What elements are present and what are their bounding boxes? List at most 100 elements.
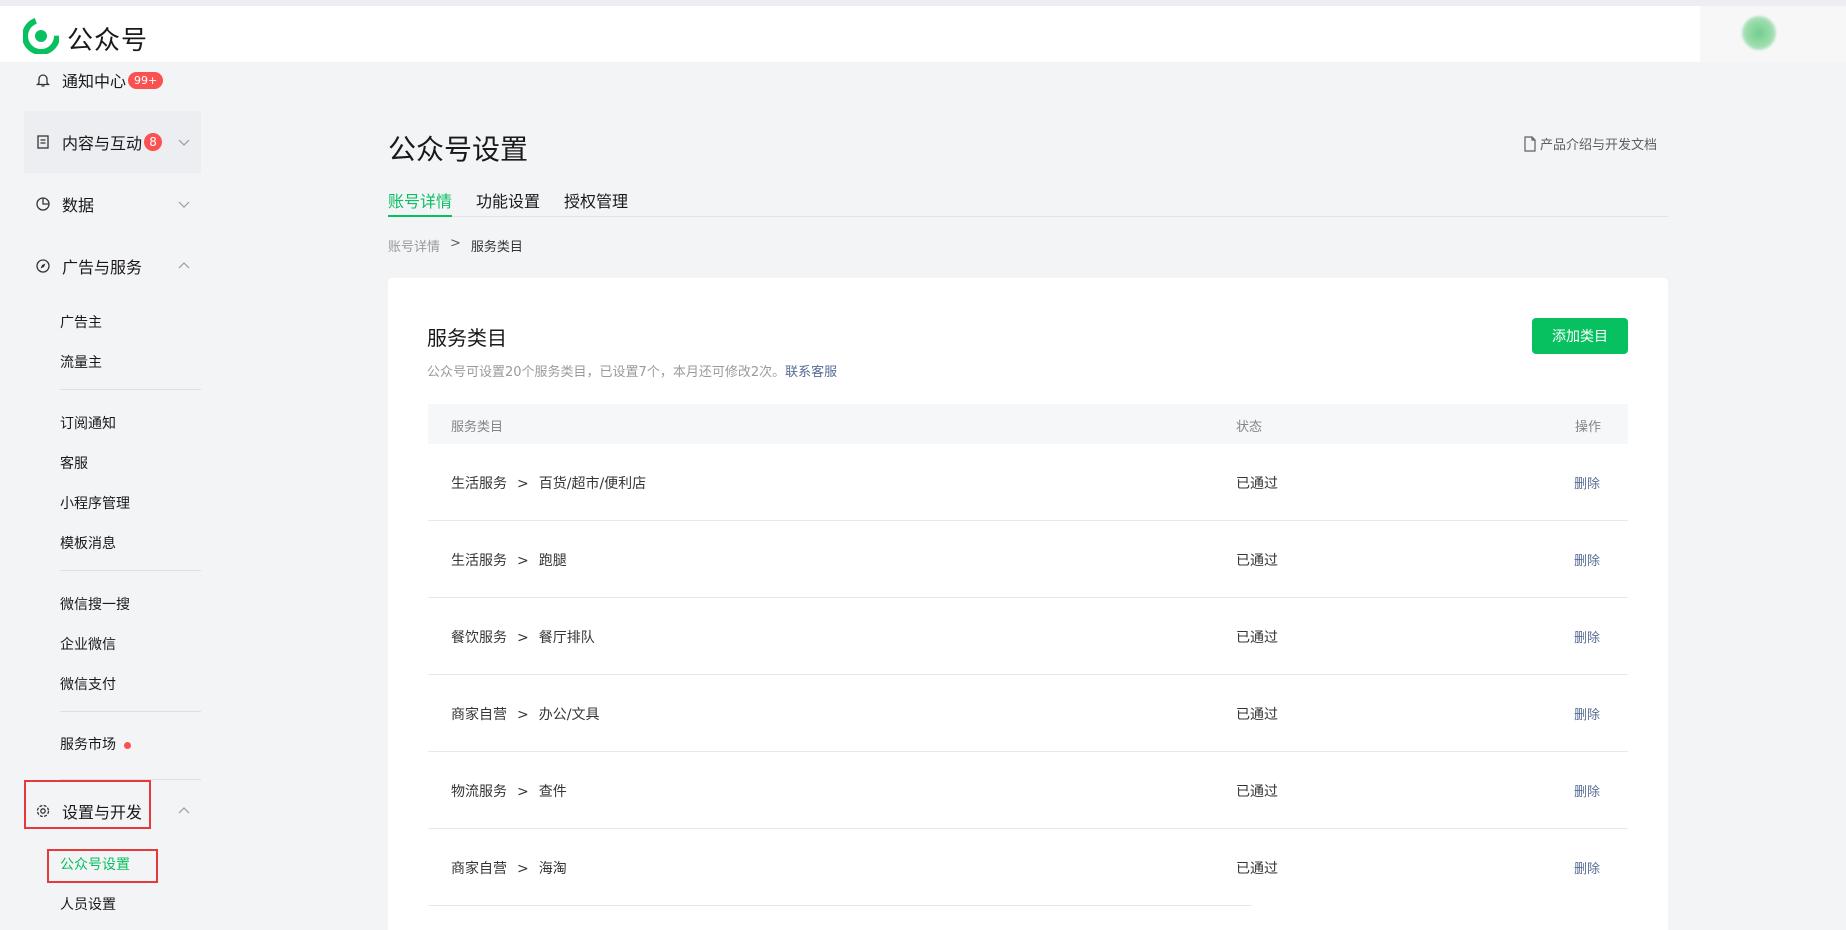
category-separator: >	[517, 707, 529, 723]
category-child: 餐厅排队	[538, 630, 595, 646]
chevron-up-icon	[178, 262, 190, 269]
bell-icon	[33, 70, 53, 90]
card-description: 公众号可设置20个服务类目，已设置7个，本月还可修改2次。联系客服	[427, 361, 837, 380]
table-row: 餐饮服务 > 餐厅排队 已通过 删除	[428, 598, 1628, 675]
category-cell: 餐饮服务 > 餐厅排队	[451, 627, 595, 647]
category-cell: 物流服务 > 查件	[451, 781, 567, 801]
category-cell: 生活服务 > 跑腿	[451, 550, 567, 570]
sidebar-sub-item[interactable]: 小程序管理	[60, 493, 130, 513]
card-description-text: 公众号可设置20个服务类目，已设置7个，本月还可修改2次。	[427, 365, 786, 380]
category-separator: >	[517, 476, 529, 492]
page-title: 公众号设置	[388, 133, 529, 166]
tab-authorization[interactable]: 授权管理	[564, 188, 628, 212]
category-cell: 商家自营 > 海淘	[451, 858, 567, 878]
category-child: 海淘	[538, 861, 567, 877]
add-category-button[interactable]: 添加类目	[1532, 318, 1628, 354]
avatar[interactable]	[1742, 16, 1776, 50]
sidebar-item-notify[interactable]: 通知中心 99+	[24, 49, 201, 111]
table-row: 生活服务 > 百货/超市/便利店 已通过 删除	[428, 444, 1628, 521]
sidebar-sub-item[interactable]: 企业微信	[60, 634, 116, 654]
sidebar-item-ads[interactable]: 广告与服务	[24, 235, 201, 297]
sidebar-divider	[60, 389, 201, 390]
status-cell: 已通过	[1236, 784, 1278, 800]
status-cell: 已通过	[1236, 861, 1278, 877]
category-parent: 生活服务	[451, 553, 507, 569]
category-parent: 物流服务	[451, 784, 507, 800]
category-separator: >	[517, 630, 529, 646]
sidebar-sub-item[interactable]: 流量主	[60, 352, 102, 372]
sidebar-divider	[60, 711, 201, 712]
column-header-category: 服务类目	[451, 420, 504, 435]
category-parent: 餐饮服务	[451, 630, 507, 646]
table-row: 商家自营 > 海淘 已通过 删除	[428, 829, 1628, 906]
sidebar-sub-item-label: 服务市场	[60, 737, 116, 753]
chevron-down-icon	[178, 139, 190, 146]
category-parent: 商家自营	[451, 861, 507, 877]
top-bar: 公众号	[0, 0, 1846, 62]
sidebar-sub-item[interactable]: 微信支付	[60, 674, 116, 694]
sidebar-sub-item-staff-settings[interactable]: 人员设置	[60, 894, 116, 914]
sidebar-item-content[interactable]: 内容与互动 8	[24, 111, 201, 173]
tab-account-details[interactable]: 账号详情	[388, 188, 452, 212]
product-docs-link[interactable]: 产品介绍与开发文档	[1523, 134, 1657, 153]
sidebar-item-data[interactable]: 数据	[24, 173, 201, 235]
category-parent: 生活服务	[451, 476, 507, 492]
status-cell: 已通过	[1236, 476, 1278, 492]
status-cell: 已通过	[1236, 707, 1278, 723]
chevron-down-icon	[178, 201, 190, 208]
highlight-box-settings	[24, 780, 151, 829]
category-child: 办公/文具	[538, 707, 600, 723]
status-cell: 已通过	[1236, 553, 1278, 569]
sidebar-item-label: 通知中心	[62, 72, 127, 91]
table-header: 服务类目 状态 操作	[428, 404, 1628, 444]
delete-link[interactable]: 删除	[1574, 704, 1600, 723]
sidebar-item-label: 内容与互动	[62, 134, 143, 153]
sidebar-item-label: 广告与服务	[62, 258, 143, 277]
sidebar-item-service-market[interactable]: 服务市场	[60, 734, 131, 754]
compass-icon	[33, 256, 53, 276]
table-row: 生活服务 > 跑腿 已通过 删除	[428, 521, 1628, 598]
chevron-up-icon	[178, 807, 190, 814]
sidebar-divider	[60, 570, 201, 571]
sidebar-sub-item[interactable]: 微信搜一搜	[60, 594, 130, 614]
delete-link[interactable]: 删除	[1574, 550, 1600, 569]
notify-count-badge: 99+	[128, 71, 164, 89]
status-cell: 已通过	[1236, 630, 1278, 646]
category-parent: 商家自营	[451, 707, 507, 723]
pie-chart-icon	[33, 194, 53, 214]
card-title: 服务类目	[427, 326, 507, 350]
category-cell: 商家自营 > 办公/文具	[451, 704, 599, 724]
category-cell: 生活服务 > 百货/超市/便利店	[451, 473, 646, 493]
column-header-action: 操作	[1575, 420, 1602, 435]
delete-link[interactable]: 删除	[1574, 473, 1600, 492]
contact-support-link[interactable]: 联系客服	[785, 365, 837, 380]
category-separator: >	[517, 553, 529, 569]
breadcrumb: 账号详情 > 服务类目	[388, 236, 523, 255]
sidebar-sub-item[interactable]: 订阅通知	[60, 413, 116, 433]
category-separator: >	[517, 861, 529, 877]
delete-link[interactable]: 删除	[1574, 858, 1600, 877]
breadcrumb-current: 服务类目	[470, 240, 523, 255]
tab-feature-settings[interactable]: 功能设置	[476, 188, 540, 212]
breadcrumb-separator: >	[450, 236, 461, 251]
category-separator: >	[517, 784, 529, 800]
category-child: 跑腿	[538, 553, 567, 569]
highlight-box-account-settings	[47, 849, 158, 883]
table-row: 物流服务 > 查件 已通过 删除	[428, 752, 1628, 829]
delete-link[interactable]: 删除	[1574, 781, 1600, 800]
category-child: 百货/超市/便利店	[538, 476, 647, 492]
sidebar-sub-item[interactable]: 客服	[60, 453, 88, 473]
delete-link[interactable]: 删除	[1574, 627, 1600, 646]
breadcrumb-link[interactable]: 账号详情	[388, 236, 440, 255]
column-header-status: 状态	[1236, 420, 1263, 435]
content-count-badge: 8	[144, 133, 163, 151]
file-icon	[1524, 135, 1536, 152]
table-row: 商家自营 > 办公/文具 已通过 删除	[428, 675, 1628, 752]
sidebar-item-label: 数据	[62, 196, 95, 215]
sidebar-sub-item[interactable]: 模板消息	[60, 533, 116, 553]
tab-bar: 账号详情 功能设置 授权管理	[388, 186, 1668, 217]
sidebar-sub-item[interactable]: 广告主	[60, 312, 102, 332]
category-child: 查件	[538, 784, 567, 800]
doc-link-label: 产品介绍与开发文档	[1540, 138, 1658, 153]
new-dot-indicator	[124, 741, 131, 749]
